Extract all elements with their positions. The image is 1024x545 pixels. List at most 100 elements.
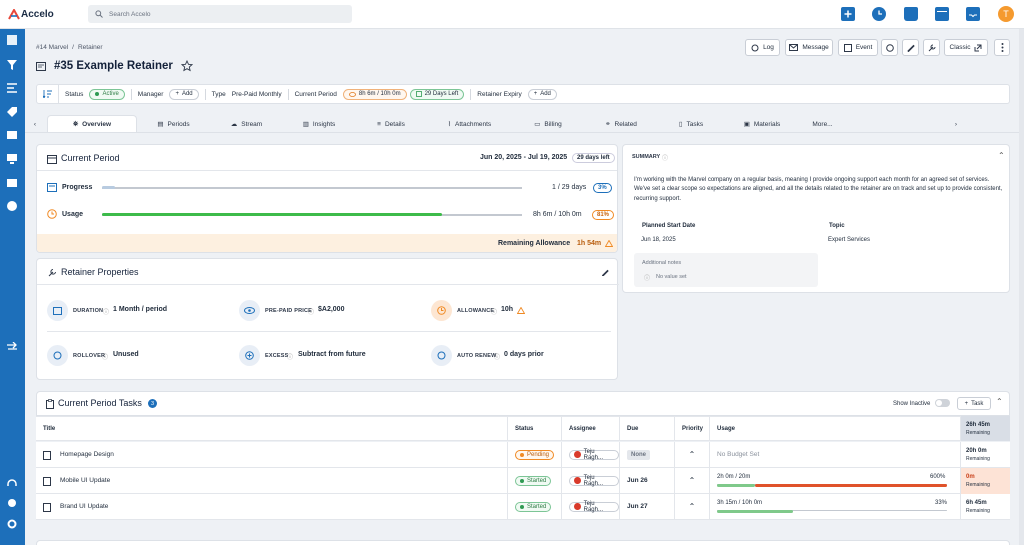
info-icon[interactable]: ⓘ [494, 352, 500, 361]
notes-label: Additional notes [642, 260, 682, 266]
tab-bar: ‹ ⛯ Overview ▤ Periods ☁ Stream ▥ Insights ≡… [25, 115, 1024, 133]
info-icon[interactable]: ⓘ [287, 352, 293, 361]
period-usage-badge[interactable]: 8h 6m / 10h 0m [342, 88, 407, 100]
priority-high-icon[interactable]: ⌃ [689, 502, 696, 511]
event-button[interactable]: Event [838, 39, 878, 56]
assignee-chip[interactable]: Teju Ragh... [569, 501, 619, 513]
timer-icon[interactable] [872, 7, 886, 21]
message-button[interactable]: Message [785, 39, 833, 56]
tab-billing[interactable]: ▭ Billing [512, 115, 584, 133]
add-icon[interactable] [841, 7, 855, 21]
table-row[interactable]: Brand UI Update Started Teju Ragh... Jun… [36, 493, 1010, 520]
info-icon[interactable]: ⓘ [662, 153, 668, 162]
list-icon[interactable] [7, 83, 18, 93]
tab-related[interactable]: ⚭ Related [584, 115, 658, 133]
remaining-label: Remaining [966, 429, 990, 436]
tab-insights[interactable]: ▥ Insights [283, 115, 355, 133]
period-dates: Jun 20, 2025 - Jul 19, 2025 [480, 154, 568, 161]
add-manager-button[interactable]: + Add [169, 88, 199, 100]
task-title[interactable]: Homepage Design [60, 451, 114, 458]
priority-high-icon[interactable]: ⌃ [689, 450, 696, 459]
headset-icon[interactable] [7, 479, 18, 489]
settings-icon[interactable] [7, 519, 18, 529]
additional-notes-box[interactable]: Additional notes ⓘ No value set [634, 253, 818, 287]
lightbulb-icon[interactable] [7, 499, 18, 509]
tag-icon[interactable] [7, 107, 18, 117]
tab-stream[interactable]: ☁ Stream [210, 115, 283, 133]
tab-materials[interactable]: ▣ Materials [724, 115, 800, 133]
task-title[interactable]: Mobile UI Update [60, 477, 110, 484]
tabs-scroll-left[interactable]: ‹ [25, 115, 45, 133]
more-button[interactable] [994, 39, 1010, 56]
breadcrumb-section[interactable]: Retainer [78, 44, 103, 51]
tab-tasks[interactable]: ▯ Tasks [658, 115, 724, 133]
briefcase-icon[interactable] [904, 7, 918, 21]
status-badge[interactable]: Started [515, 475, 552, 486]
tab-periods[interactable]: ▤ Periods [137, 115, 210, 133]
plus-icon: + [533, 91, 538, 97]
assignee-chip[interactable]: Teju Ragh... [569, 475, 619, 487]
calendar-icon[interactable] [935, 7, 949, 21]
edit-pencil-icon[interactable] [602, 269, 609, 276]
timer-button[interactable] [881, 39, 898, 56]
filter-icon[interactable] [7, 60, 18, 70]
sidebar [0, 29, 25, 545]
star-icon[interactable] [180, 60, 193, 72]
reports-icon[interactable] [7, 201, 18, 211]
col-status[interactable]: Status [508, 416, 562, 441]
transfer-icon[interactable] [7, 342, 18, 352]
days-left-badge[interactable]: 29 Days Left [409, 88, 465, 100]
collapse-icon[interactable]: ⌃ [996, 397, 1003, 406]
edit-button[interactable] [902, 39, 919, 56]
col-priority[interactable]: Priority [675, 416, 710, 441]
breadcrumb-project[interactable]: #14 Marvel [36, 44, 68, 51]
search-input[interactable]: Search Accelo [88, 5, 352, 23]
tab-overview[interactable]: ⛯ Overview [47, 115, 137, 133]
log-button[interactable]: Log [745, 39, 780, 56]
col-usage[interactable]: Usage [710, 416, 961, 441]
usage-value: 8h 6m / 10h 0m [533, 211, 582, 218]
topic-value: Expert Services [828, 237, 871, 243]
status-badge[interactable]: Active [89, 88, 125, 100]
progress-label: Progress [62, 184, 93, 191]
dashboard-icon[interactable] [7, 35, 18, 45]
periods-icon: ▤ [157, 121, 164, 128]
status-badge[interactable]: Pending [515, 449, 555, 460]
add-expiry-button[interactable]: + Add [527, 88, 557, 100]
tools-button[interactable] [923, 39, 940, 56]
sort-toggle[interactable] [37, 85, 59, 103]
priority-high-icon[interactable]: ⌃ [689, 476, 696, 485]
show-inactive-toggle[interactable] [935, 399, 950, 407]
task-title[interactable]: Brand UI Update [60, 503, 108, 510]
table-row[interactable]: Homepage Design Pending Teju Ragh... Non… [36, 441, 1010, 468]
collapse-icon[interactable]: ⌃ [998, 151, 1005, 160]
col-title[interactable]: Title [36, 416, 508, 441]
col-due[interactable]: Due [620, 416, 675, 441]
tab-details[interactable]: ≡ Details [355, 115, 427, 133]
add-task-button[interactable]: + Task [957, 397, 991, 410]
table-row[interactable]: Mobile UI Update Started Teju Ragh... Ju… [36, 467, 1010, 494]
info-icon[interactable]: ⓘ [491, 307, 497, 316]
projects-icon[interactable] [7, 130, 18, 140]
tasks-header: Current Period Tasks 3 Show Inactive + Ta… [36, 391, 1010, 416]
tab-attachments[interactable]: ⌇ Attachments [427, 115, 512, 133]
inbox-icon[interactable] [966, 7, 980, 21]
accelo-logo[interactable]: Accelo [8, 7, 54, 22]
current-period-card: Current Period Jun 20, 2025 - Jul 19, 20… [36, 144, 618, 253]
info-icon[interactable]: ⓘ [102, 352, 108, 361]
classic-button[interactable]: Classic [944, 39, 988, 56]
assignee-chip[interactable]: Teju Ragh... [569, 449, 619, 461]
monitor-icon[interactable] [7, 154, 18, 164]
tabs-scroll-right[interactable]: › [845, 115, 957, 133]
info-icon[interactable]: ⓘ [103, 307, 109, 316]
duration-value: 1 Month / period [113, 306, 168, 313]
due-value: None [627, 449, 650, 460]
usage-pct-badge: 81% [592, 210, 615, 220]
scrollbar[interactable] [1019, 29, 1024, 545]
tab-more[interactable]: More... [800, 115, 845, 133]
avatar[interactable]: T [998, 6, 1014, 22]
info-icon[interactable]: ⓘ [308, 307, 314, 316]
status-badge[interactable]: Started [515, 501, 552, 512]
col-assignee[interactable]: Assignee [562, 416, 620, 441]
briefcase-nav-icon[interactable] [7, 177, 18, 187]
